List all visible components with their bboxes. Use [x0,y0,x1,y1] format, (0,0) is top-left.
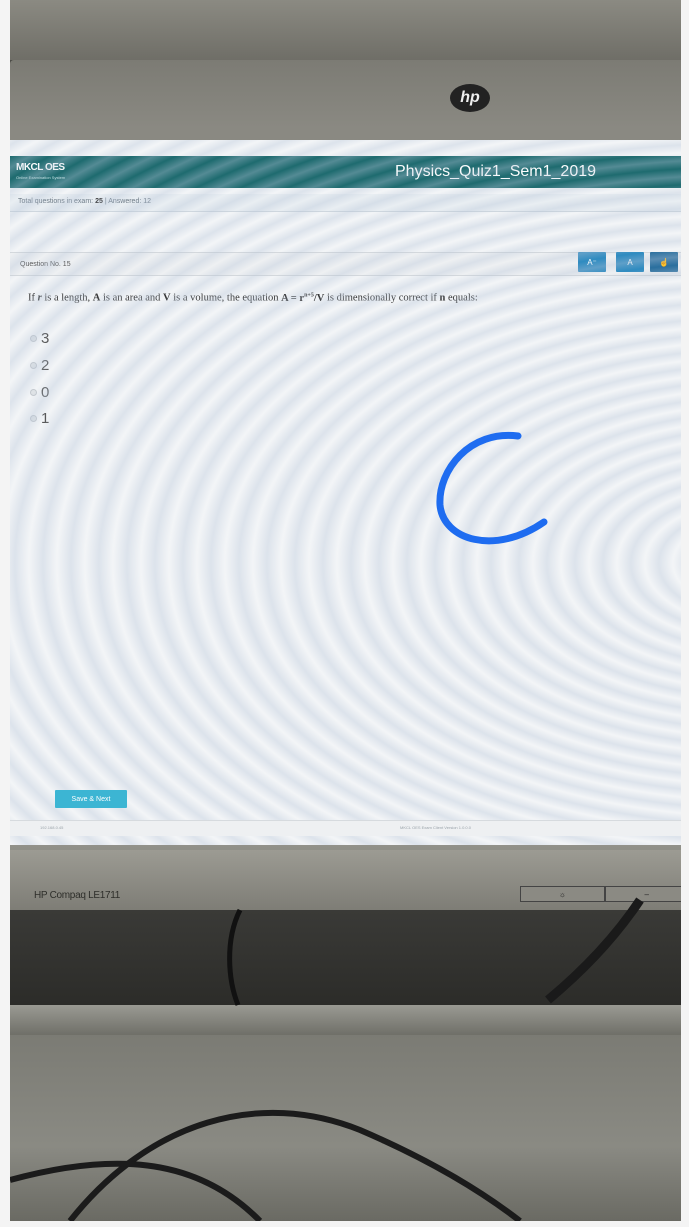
frame-edge-bottom [0,1221,689,1227]
footer-ip: 192.168.0.45 [40,825,64,830]
total-questions-value: 25 [95,198,103,205]
font-decrease-button[interactable]: A⁻ [578,252,606,272]
brand-logo: MKCL OES [16,162,65,173]
equation: A = rn+5/V [281,292,325,304]
hand-pointer-icon: ☝ [659,257,669,267]
desk-surface [10,1035,689,1221]
option-radio[interactable] [30,362,37,369]
save-next-button[interactable]: Save & Next [55,790,127,808]
stats-separator: | [104,198,107,205]
hand-pointer-button[interactable]: ☝ [650,252,678,272]
exam-screen: MKCL OES Online Examination System Physi… [10,140,689,845]
hp-logo: hp [450,84,490,112]
screen-moire [10,140,689,845]
stats-bar: Total questions in exam: 25 | Answered: … [10,194,689,212]
frame-edge-right [681,0,689,1227]
desk-ledge [10,1005,689,1035]
total-questions-label: Total questions in exam: [18,198,94,205]
exam-stats: Total questions in exam: 25 | Answered: … [18,198,151,205]
font-normal-button[interactable]: A [616,252,644,272]
monitor-model: HP Compaq LE1711 [34,890,121,901]
option-1[interactable]: 3 [30,330,49,347]
option-label: 1 [41,410,50,427]
option-radio[interactable] [30,389,37,396]
option-label: 3 [41,330,50,347]
brand-subtitle: Online Examination System [16,175,66,180]
question-number: Question No. 15 [20,261,71,268]
wall [10,0,681,60]
option-4[interactable]: 1 [30,410,49,427]
option-2[interactable]: 2 [30,357,49,374]
option-radio[interactable] [30,335,37,342]
desk-shadow [10,910,689,1005]
monitor-chin [10,850,689,912]
monitor-buttons: ☼ – [520,886,689,902]
option-radio[interactable] [30,415,37,422]
footer-version: MKCL OES Exam Client Version 1.0.0.0 [400,825,471,830]
option-label: 2 [41,357,50,374]
option-3[interactable]: 0 [30,384,49,401]
question-text: If r is a length, A is an area and V is … [28,292,478,304]
brightness-button[interactable]: ☼ [520,886,605,902]
frame-edge-left [0,0,10,1227]
exam-title: Physics_Quiz1_Sem1_2019 [395,163,597,180]
photo-background: hp MKCL OES Online Examination System Ph… [0,0,689,1227]
answered-value: 12 [143,198,152,205]
minus-button[interactable]: – [604,886,689,902]
app-header: MKCL OES Online Examination System Physi… [10,156,689,188]
option-label: 0 [41,384,50,401]
answered-label: Answered: [108,198,142,205]
footer: 192.168.0.45 MKCL OES Exam Client Versio… [10,820,689,836]
